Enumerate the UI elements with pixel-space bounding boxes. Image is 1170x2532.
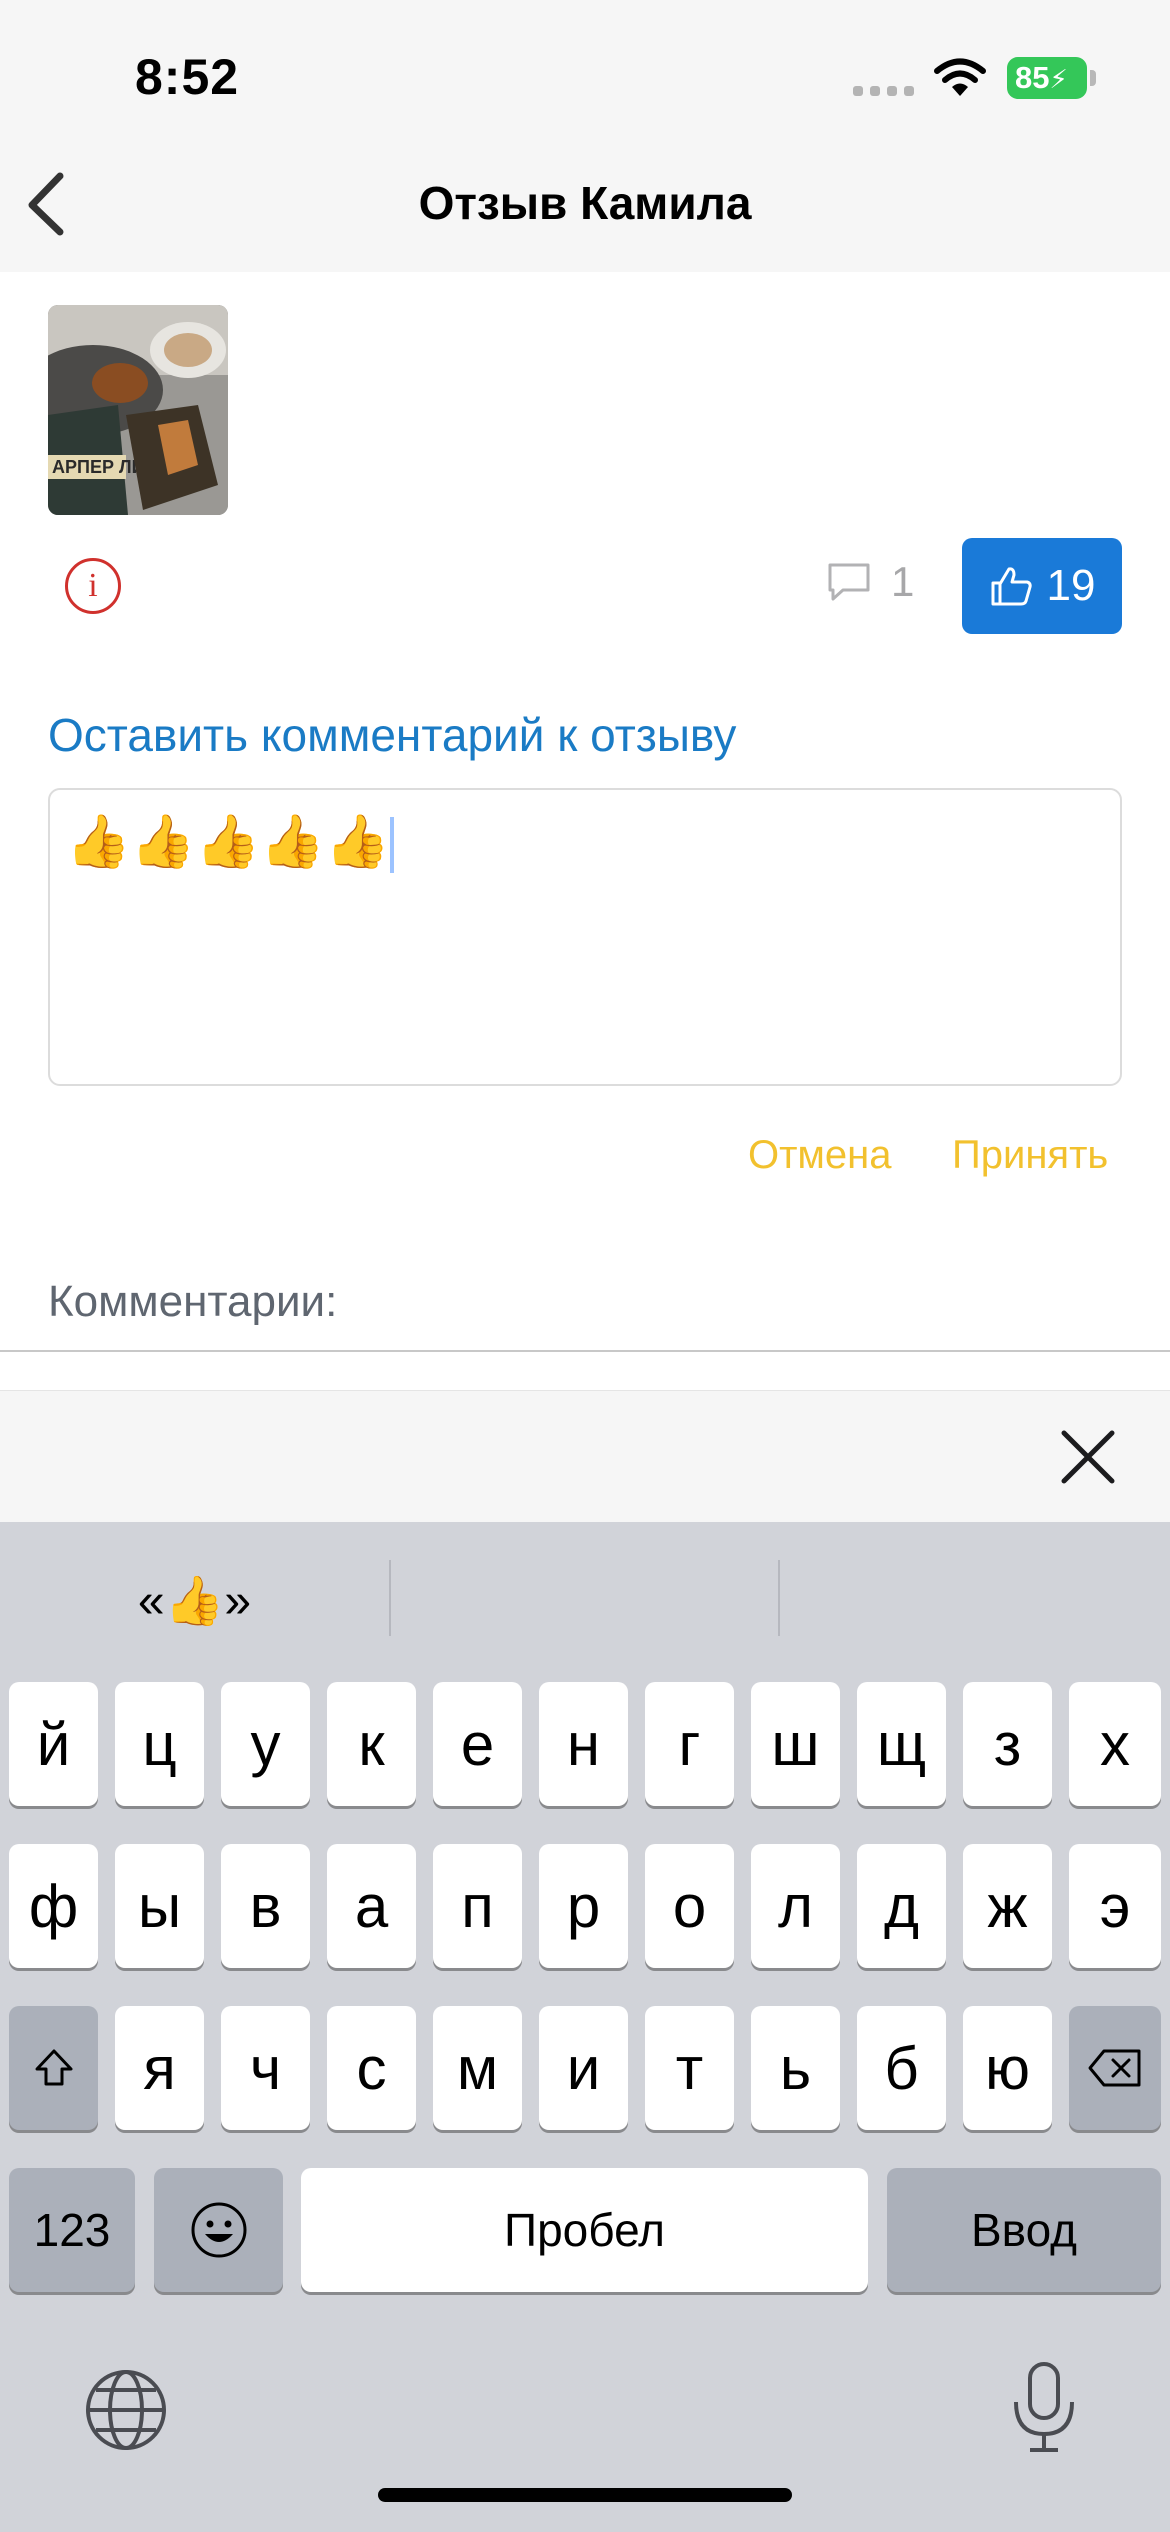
- key[interactable]: г: [645, 1682, 734, 1806]
- info-icon[interactable]: i: [65, 558, 121, 614]
- like-button[interactable]: 19: [962, 538, 1122, 634]
- key[interactable]: щ: [857, 1682, 946, 1806]
- key[interactable]: н: [539, 1682, 628, 1806]
- key[interactable]: л: [751, 1844, 840, 1968]
- comment-input[interactable]: 👍👍👍👍👍: [48, 788, 1122, 1086]
- key[interactable]: х: [1069, 1682, 1161, 1806]
- key[interactable]: в: [221, 1844, 310, 1968]
- comments-count-value: 1: [891, 558, 915, 605]
- text-cursor: [389, 817, 394, 874]
- top-bar: [0, 0, 1170, 272]
- wifi-icon: [934, 58, 986, 96]
- cancel-button[interactable]: Отмена: [748, 1133, 892, 1178]
- space-key[interactable]: Пробел: [301, 2168, 868, 2292]
- key[interactable]: у: [221, 1682, 310, 1806]
- numbers-key[interactable]: 123: [9, 2168, 135, 2292]
- key[interactable]: ь: [751, 2006, 840, 2130]
- backspace-key[interactable]: [1069, 2006, 1161, 2130]
- key[interactable]: к: [327, 1682, 416, 1806]
- key[interactable]: з: [963, 1682, 1052, 1806]
- leave-comment-heading: Оставить комментарий к отзыву: [48, 709, 737, 761]
- key[interactable]: р: [539, 1844, 628, 1968]
- key[interactable]: ж: [963, 1844, 1052, 1968]
- return-key[interactable]: Ввод: [887, 2168, 1161, 2292]
- key[interactable]: ш: [751, 1682, 840, 1806]
- likes-count: 19: [1046, 561, 1096, 610]
- key[interactable]: б: [857, 2006, 946, 2130]
- key[interactable]: о: [645, 1844, 734, 1968]
- cellular-signal-icon: [853, 86, 914, 96]
- page-title: Отзыв Камила: [418, 177, 752, 229]
- comments-heading: Комментарии:: [48, 1277, 338, 1326]
- key[interactable]: ф: [9, 1844, 98, 1968]
- key[interactable]: ч: [221, 2006, 310, 2130]
- key[interactable]: а: [327, 1844, 416, 1968]
- comment-bubble-icon: [828, 563, 870, 601]
- thumbs-up-icon: [991, 567, 1032, 606]
- key[interactable]: и: [539, 2006, 628, 2130]
- key[interactable]: ю: [963, 2006, 1052, 2130]
- battery-cap: [1090, 70, 1096, 86]
- shift-key[interactable]: [9, 2006, 98, 2130]
- status-time: 8:52: [135, 49, 240, 105]
- backspace-icon: [1088, 2049, 1141, 2087]
- home-indicator: [378, 2488, 792, 2502]
- key[interactable]: с: [327, 2006, 416, 2130]
- key[interactable]: э: [1069, 1844, 1161, 1968]
- svg-text:АРПЕР ЛИ: АРПЕР ЛИ: [52, 457, 145, 477]
- key[interactable]: ы: [115, 1844, 204, 1968]
- key[interactable]: я: [115, 2006, 204, 2130]
- microphone-icon[interactable]: [1004, 2360, 1084, 2456]
- globe-icon[interactable]: [84, 2368, 168, 2452]
- key[interactable]: т: [645, 2006, 734, 2130]
- shift-icon: [35, 2049, 72, 2086]
- comments-count[interactable]: 1: [827, 558, 914, 606]
- key[interactable]: м: [433, 2006, 522, 2130]
- review-photo[interactable]: АРПЕР ЛИ: [48, 305, 228, 515]
- suggestion-2[interactable]: [391, 1522, 778, 1678]
- accept-button[interactable]: Принять: [952, 1133, 1108, 1178]
- suggestion-1[interactable]: «👍»: [0, 1522, 389, 1678]
- close-icon[interactable]: [1058, 1427, 1118, 1487]
- key[interactable]: й: [9, 1682, 98, 1806]
- key[interactable]: ц: [115, 1682, 204, 1806]
- divider: [0, 1350, 1170, 1352]
- emoji-icon: [191, 2202, 246, 2258]
- comment-input-value: 👍👍👍👍👍: [66, 813, 390, 871]
- battery-icon: 85⚡: [1007, 57, 1087, 99]
- key[interactable]: п: [433, 1844, 522, 1968]
- emoji-key[interactable]: [154, 2168, 283, 2292]
- key[interactable]: е: [433, 1682, 522, 1806]
- battery-level: 85: [1015, 60, 1050, 95]
- key[interactable]: д: [857, 1844, 946, 1968]
- suggestion-3[interactable]: [780, 1522, 1170, 1678]
- keyboard-accessory-bar: [0, 1390, 1170, 1522]
